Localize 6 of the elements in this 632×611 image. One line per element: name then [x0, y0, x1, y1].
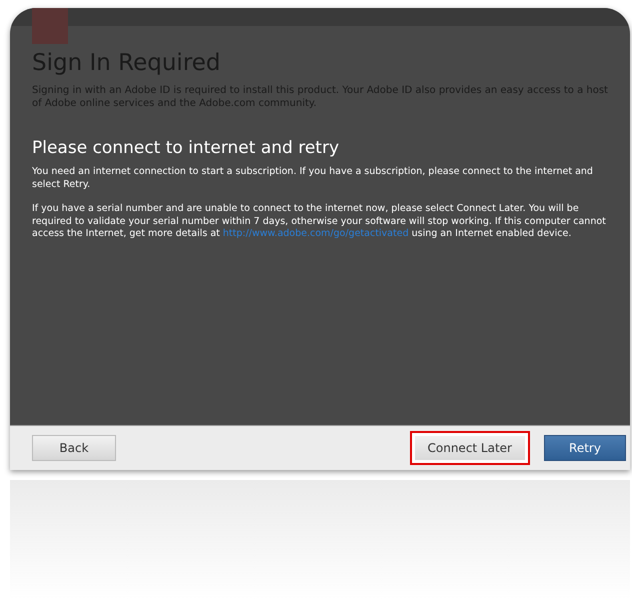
message-paragraph: You need an internet connection to start a subscription. If you have a subscription, please connect to the internet and select Retry. — [32, 166, 594, 191]
secondary-button[interactable]: Back — [32, 435, 116, 461]
message-paragraph: If you have a serial number and are unable to connect to the internet now, please select Connect Later. You will be required to validate your serial number within 7 days, otherwise your software will stop working. If this computer cannot access the Internet, get more details at http://www.adobe.com/go/getactivated using an Internet enabled device. — [32, 203, 607, 240]
message-heading: Please connect to internet and retry — [32, 138, 340, 158]
primary-button[interactable]: Retry — [544, 435, 626, 461]
secondary-button[interactable]: Connect Later — [410, 431, 530, 465]
